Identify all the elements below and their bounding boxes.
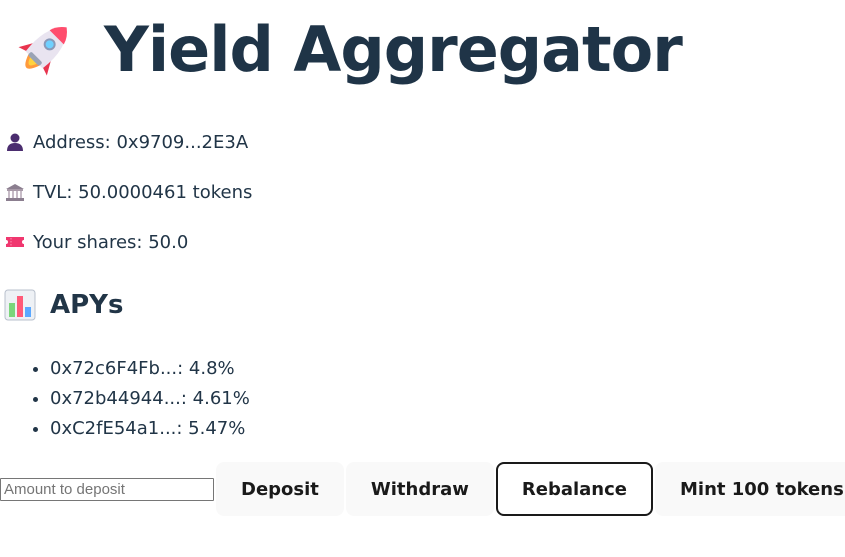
apys-heading-text: APYs [50,290,124,320]
user-icon [4,131,26,153]
bar-chart-icon [4,289,36,321]
apy-list: 0x72c6F4Fb...: 4.8% 0x72b44944...: 4.61%… [0,354,250,444]
rebalance-button[interactable]: Rebalance [495,462,653,516]
page-header: Yield Aggregator [8,13,683,86]
action-bar: Deposit Withdraw Rebalance Mint 100 toke… [0,462,845,516]
amount-input[interactable] [0,477,214,501]
deposit-button[interactable]: Deposit [216,462,344,516]
rocket-icon [8,14,80,86]
withdraw-button[interactable]: Withdraw [345,462,494,516]
mint-button[interactable]: Mint 100 tokens [654,462,845,516]
shares-row: Your shares: 50.0 [4,231,188,253]
tvl-text: TVL: 50.0000461 tokens [33,181,253,203]
ticket-icon [4,231,26,253]
list-item: 0x72b44944...: 4.61% [50,384,250,414]
shares-text: Your shares: 50.0 [33,231,189,253]
apys-heading: APYs [4,289,123,321]
bank-icon [4,181,26,203]
list-item: 0xC2fE54a1...: 5.47% [50,414,250,444]
address-text: Address: 0x9709...2E3A [33,131,249,153]
address-row: Address: 0x9709...2E3A [4,131,248,153]
list-item: 0x72c6F4Fb...: 4.8% [50,354,250,384]
page-title: Yield Aggregator [104,13,683,86]
tvl-row: TVL: 50.0000461 tokens [4,181,252,203]
